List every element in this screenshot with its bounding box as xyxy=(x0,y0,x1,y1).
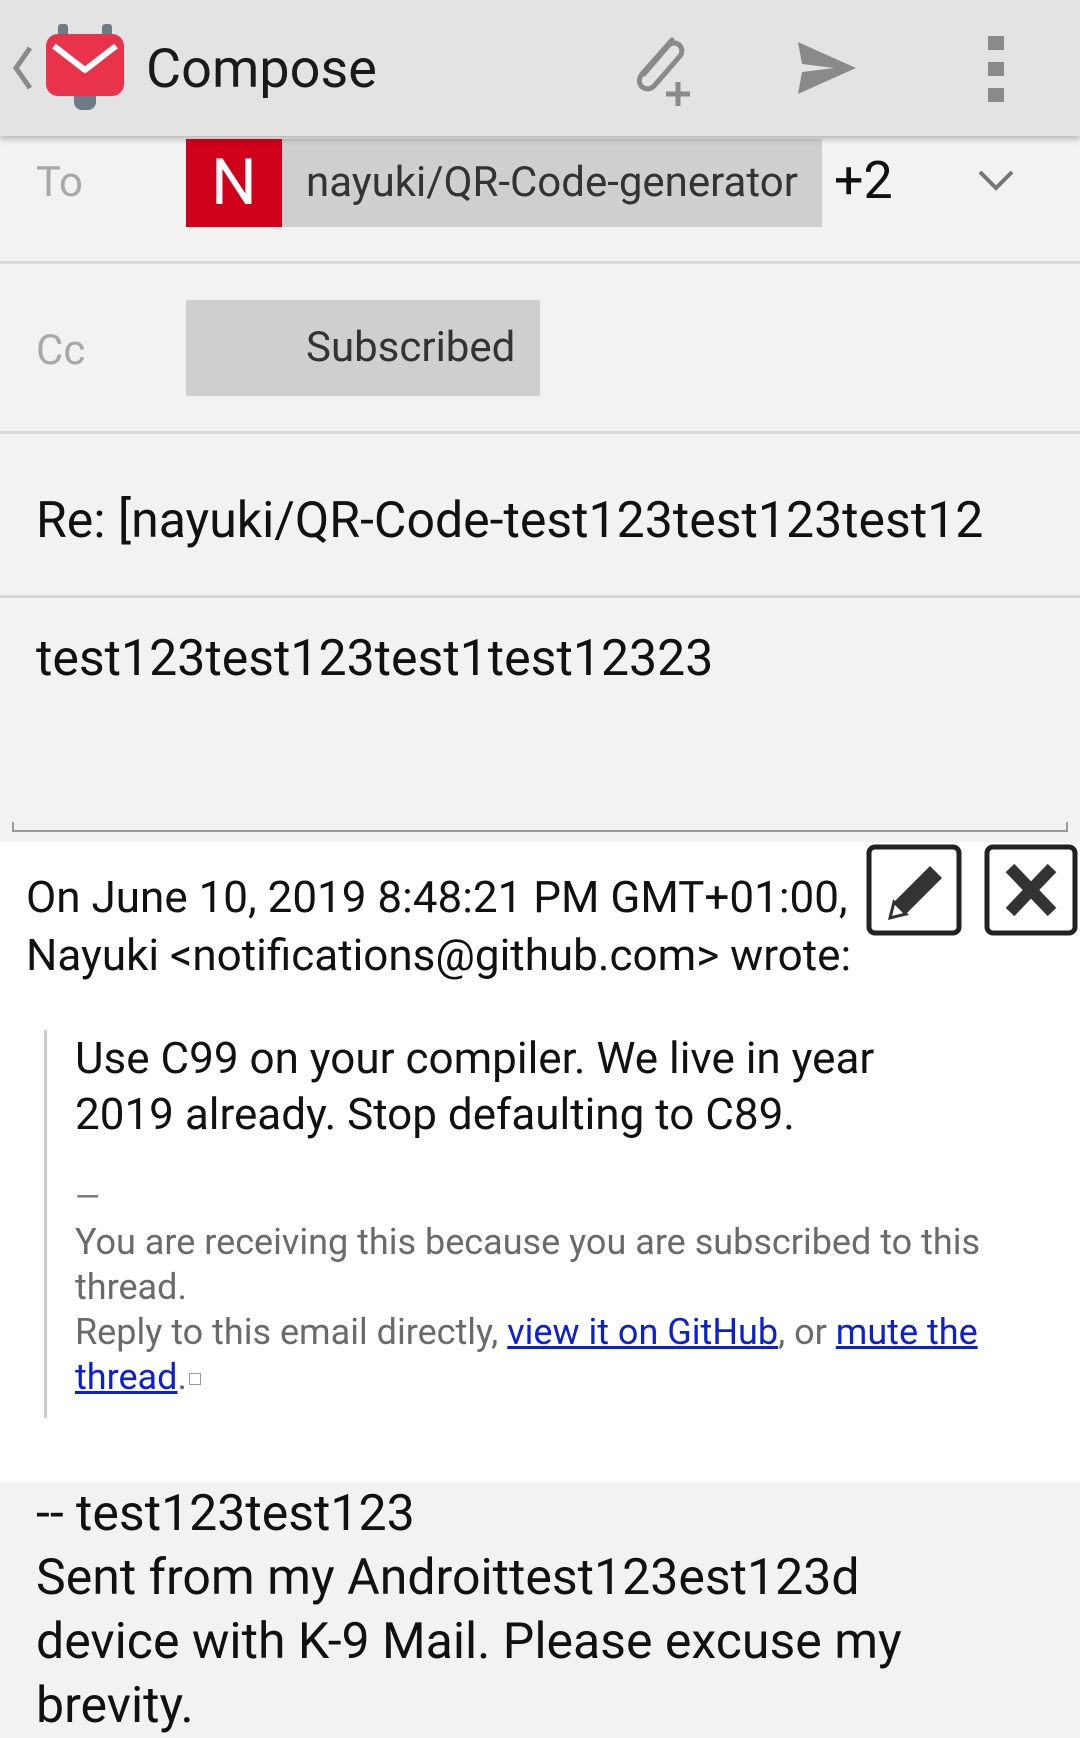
quote-footer: You are receiving this because you are s… xyxy=(75,1220,1055,1400)
quoted-message: On June 10, 2019 8:48:21 PM GMT+01:00, N… xyxy=(0,842,1080,1482)
cc-label: Cc xyxy=(36,326,86,375)
recipient-avatar: N xyxy=(186,139,282,227)
mute-thread-link[interactable]: mute the xyxy=(836,1311,978,1353)
footer-line: You are receiving this because you are s… xyxy=(75,1221,981,1263)
overflow-menu-icon[interactable] xyxy=(984,34,1008,104)
quote-header-line: On June 10, 2019 8:48:21 PM GMT+01:00, xyxy=(26,871,848,923)
quoted-text-line: 2019 already. Stop defaulting to C89. xyxy=(75,1088,795,1140)
view-on-github-link[interactable]: view it on GitHub xyxy=(507,1311,778,1353)
blockquote: Use C99 on your compiler. We live in yea… xyxy=(44,1030,1057,1418)
quoted-text: Use C99 on your compiler. We live in yea… xyxy=(75,1030,1035,1142)
edit-quote-button[interactable] xyxy=(866,844,962,936)
subject-field[interactable]: Re: [nayuki/QR-Code-test123test123test12 xyxy=(36,492,1046,550)
footer-line: Reply to this email directly, view it on… xyxy=(75,1310,1055,1355)
quote-separator: — xyxy=(75,1178,100,1216)
body-field-underline xyxy=(12,822,1068,832)
signature-line: brevity. xyxy=(36,1677,194,1735)
delete-quote-button[interactable] xyxy=(984,844,1078,936)
signature-line: device with K-9 Mail. Please excuse my xyxy=(36,1613,902,1671)
cc-recipient-name: Subscribed xyxy=(306,323,516,372)
chevron-down-icon[interactable] xyxy=(976,166,1016,194)
footer-text: . xyxy=(177,1356,187,1398)
footer-line: thread. xyxy=(75,1266,187,1308)
signature[interactable]: -- test123test123 Sent from my Androitte… xyxy=(36,1482,1046,1738)
tracking-image-icon xyxy=(188,1373,201,1386)
signature-line: -- test123test123 xyxy=(36,1485,415,1543)
footer-line: thread. xyxy=(75,1355,1055,1400)
signature-line: Sent from my Androittest123est123d xyxy=(36,1549,860,1607)
quoted-text-line: Use C99 on your compiler. We live in yea… xyxy=(75,1032,875,1084)
divider xyxy=(0,261,1080,264)
attach-icon[interactable] xyxy=(620,28,700,108)
recipient-chip[interactable]: N nayuki/QR-Code-generator xyxy=(186,139,822,227)
footer-text: , or xyxy=(778,1311,836,1353)
recipient-name: nayuki/QR-Code-generator xyxy=(306,158,798,207)
footer-text: Reply to this email directly, xyxy=(75,1311,508,1353)
back-chevron-icon[interactable] xyxy=(10,44,34,92)
message-body-field[interactable]: test123test123test1test12323 xyxy=(36,630,713,688)
to-label: To xyxy=(36,158,83,207)
action-bar: Compose xyxy=(0,0,1080,136)
mute-thread-link[interactable]: thread xyxy=(75,1356,177,1398)
cc-recipient-chip[interactable]: Subscribed xyxy=(186,300,540,396)
divider xyxy=(0,595,1080,598)
k9-mail-logo[interactable] xyxy=(44,22,126,114)
page-title: Compose xyxy=(146,38,377,101)
more-recipients-count[interactable]: +2 xyxy=(834,150,893,211)
divider xyxy=(0,431,1080,434)
send-icon[interactable] xyxy=(794,36,858,100)
